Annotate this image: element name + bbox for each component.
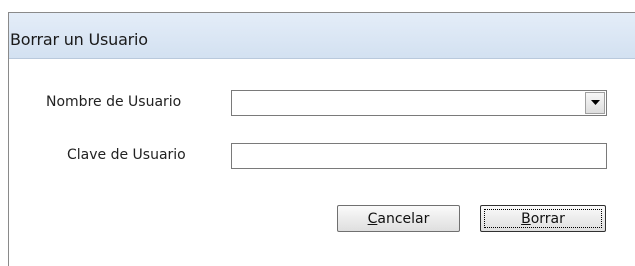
title-bar: Borrar un Usuario [9, 13, 635, 59]
delete-user-dialog: Borrar un Usuario Nombre de Usuario Clav… [8, 12, 635, 266]
window-title: Borrar un Usuario [10, 30, 148, 49]
username-label: Nombre de Usuario [46, 94, 182, 110]
focus-ring [484, 209, 602, 228]
password-label: Clave de Usuario [67, 147, 186, 163]
delete-button[interactable]: Borrar [480, 205, 606, 232]
username-combobox[interactable] [231, 90, 607, 116]
cancel-label: ancelar [377, 210, 430, 227]
dropdown-button[interactable] [585, 92, 605, 114]
chevron-down-icon [590, 100, 600, 105]
cancel-button[interactable]: Cancelar [337, 205, 460, 232]
password-input[interactable] [231, 143, 607, 169]
cancel-accel: C [367, 210, 378, 227]
